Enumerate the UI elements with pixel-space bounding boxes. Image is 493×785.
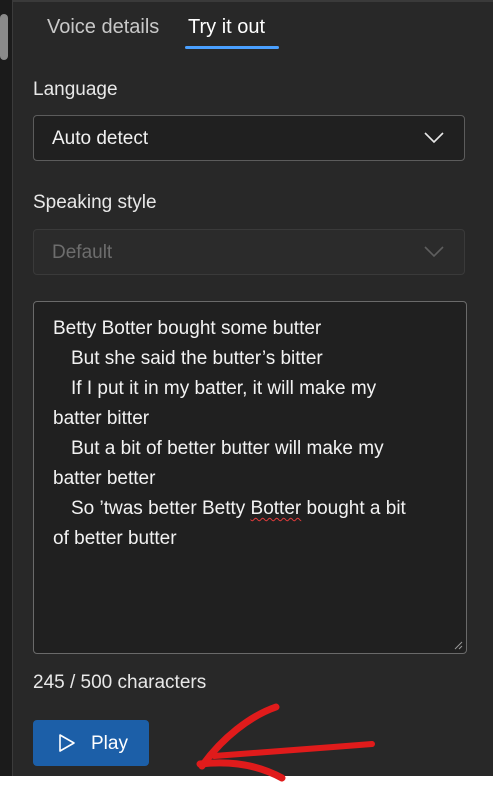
chevron-down-icon	[424, 246, 444, 258]
tab-voice-details[interactable]: Voice details	[47, 16, 159, 39]
text-line: batter better	[53, 468, 156, 489]
text-line: If I put it in my batter, it will make m…	[71, 378, 377, 399]
play-icon	[59, 734, 75, 752]
text-input-content[interactable]: Betty Botter bought some butter But she …	[53, 314, 453, 554]
speaking-style-selected-value: Default	[52, 242, 113, 263]
play-button[interactable]: Play	[33, 720, 149, 766]
character-counter: 245 / 500 characters	[33, 672, 207, 693]
text-segment: So ’twas better Betty	[71, 498, 251, 519]
text-line: Betty Botter bought some butter	[53, 318, 322, 339]
misspelled-word[interactable]: Botter	[251, 498, 302, 519]
play-button-label: Play	[91, 733, 128, 754]
scrollbar-track[interactable]	[0, 0, 12, 776]
language-label: Language	[33, 79, 118, 100]
app-frame: Voice details Try it out Language Auto d…	[0, 0, 493, 776]
speaking-style-dropdown[interactable]: Default	[33, 229, 465, 275]
text-line: But a bit of better butter will make my	[71, 438, 384, 459]
text-input-area[interactable]: Betty Botter bought some butter But she …	[33, 301, 467, 654]
text-line: batter bitter	[53, 408, 150, 429]
tab-try-it-out[interactable]: Try it out	[188, 16, 265, 39]
language-dropdown[interactable]: Auto detect	[33, 115, 465, 161]
text-line: So ’twas better Betty Botter bought a bi…	[53, 494, 453, 524]
text-line: But she said the butter’s bitter	[71, 348, 323, 369]
active-tab-indicator	[185, 46, 279, 49]
resize-grip-icon[interactable]	[453, 640, 463, 650]
speaking-style-label: Speaking style	[33, 192, 157, 213]
language-selected-value: Auto detect	[52, 128, 149, 149]
scrollbar-thumb[interactable]	[0, 14, 8, 60]
chevron-down-icon	[424, 132, 444, 144]
try-it-out-panel: Voice details Try it out Language Auto d…	[12, 2, 493, 776]
text-segment: bought a bit	[301, 498, 406, 519]
text-line: of better butter	[53, 528, 177, 549]
